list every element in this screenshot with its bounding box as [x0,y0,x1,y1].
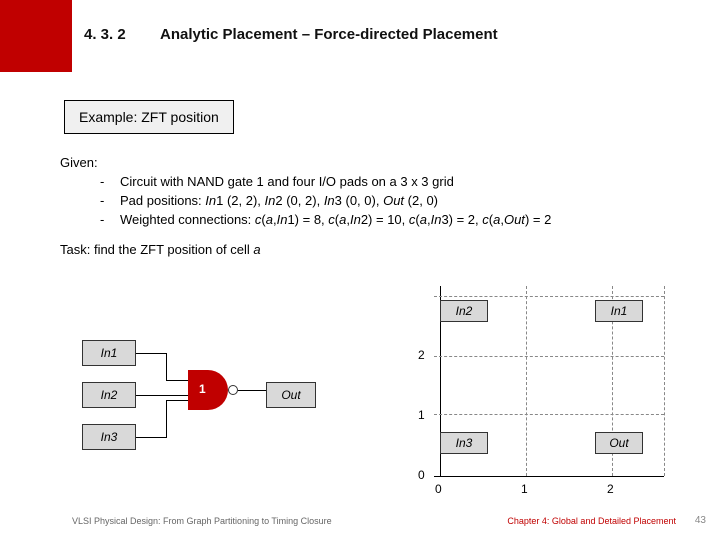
grid-line [434,476,664,477]
grid-pad-in2: In2 [440,300,488,322]
grid-line [434,296,664,297]
wire [136,437,166,438]
pad-in1: In1 [82,340,136,366]
wire [166,353,167,380]
wire [136,395,188,396]
wire [238,390,266,391]
task-line: Task: find the ZFT position of cell a [60,241,680,260]
given-bullet-3: - Weighted connections: c(a,In1) = 8, c(… [60,211,680,230]
content-block: Given: -Circuit with NAND gate 1 and fou… [60,154,680,260]
nand-label: 1 [199,382,206,396]
axis-x2: 2 [607,482,614,496]
pad-in2: In2 [82,382,136,408]
circuit-diagram: In1 In2 In3 Out 1 [82,300,342,450]
nand-bubble-icon [228,385,238,395]
page-number: 43 [695,515,706,526]
wire [166,400,188,401]
grid-line [526,286,527,476]
axis-y2: 2 [418,348,425,362]
section-number: 4. 3. 2 [84,26,126,43]
pad-in3: In3 [82,424,136,450]
axis-x0: 0 [435,482,442,496]
grid-pad-out: Out [595,432,643,454]
accent-block [0,0,72,72]
grid-line [434,356,664,357]
header-band: 4. 3. 2 Analytic Placement – Force-direc… [0,0,720,72]
axis-y1: 1 [418,408,425,422]
pad-out: Out [266,382,316,408]
given-b3-text: Weighted connections: c(a,In1) = 8, c(a,… [120,211,551,230]
given-lead: Given: [60,154,680,173]
grid-pad-in1: In1 [595,300,643,322]
grid-line [664,286,665,476]
footer-right: Chapter 4: Global and Detailed Placement [507,516,676,526]
wire [166,400,167,438]
given-bullet-2: - Pad positions: In1 (2, 2), In2 (0, 2),… [60,192,680,211]
given-b1-text: Circuit with NAND gate 1 and four I/O pa… [120,173,454,192]
axis-y0: 0 [418,468,425,482]
page-title: Analytic Placement – Force-directed Plac… [160,26,498,43]
footer-left: VLSI Physical Design: From Graph Partiti… [72,516,332,526]
placement-grid: 2 1 0 0 1 2 In2 In1 In3 Out [400,286,680,496]
grid-pad-in3: In3 [440,432,488,454]
given-b2-text: Pad positions: In1 (2, 2), In2 (0, 2), I… [120,192,438,211]
given-bullet-1: -Circuit with NAND gate 1 and four I/O p… [60,173,680,192]
example-label: Example: ZFT position [64,100,234,134]
wire [166,380,188,381]
wire [136,353,166,354]
axis-x1: 1 [521,482,528,496]
nand-body [188,370,228,410]
grid-line [434,414,664,415]
